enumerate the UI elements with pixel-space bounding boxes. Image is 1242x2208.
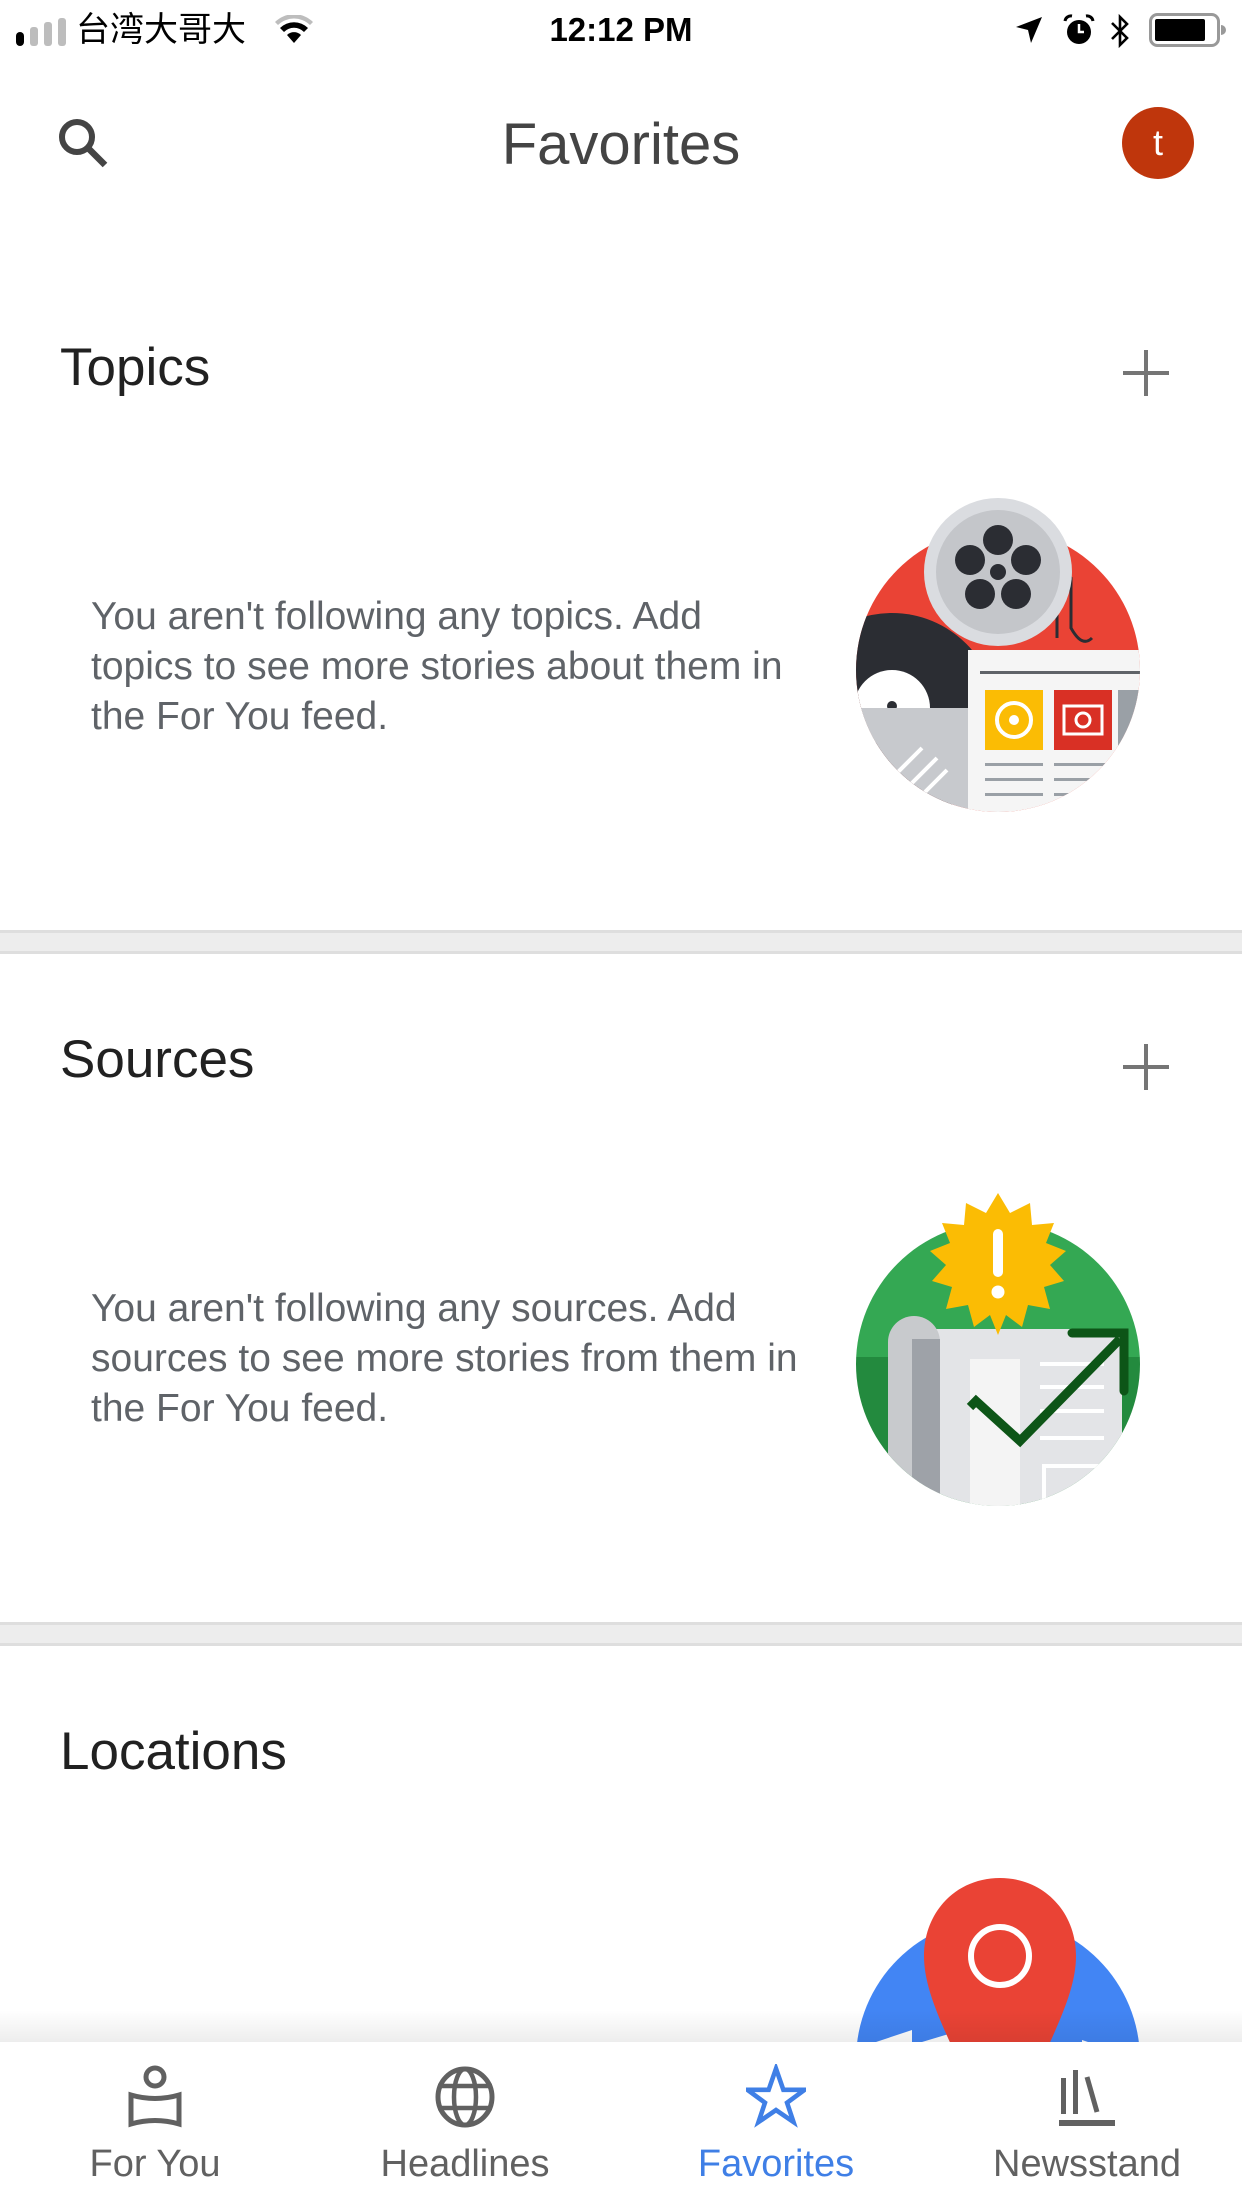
plus-icon: [1123, 1044, 1169, 1090]
status-bar: 台湾大哥大 12:12 PM: [0, 0, 1242, 60]
nav-label: For You: [89, 2143, 221, 2185]
add-source-button[interactable]: [1110, 1031, 1182, 1103]
globe-icon: [435, 2066, 495, 2128]
bottom-navigation: For You Headlines Favorites Newsstand: [0, 2042, 1242, 2208]
topics-section: Topics You aren't following any topics. …: [0, 230, 1242, 930]
add-topic-button[interactable]: [1110, 337, 1182, 409]
section-title: Locations: [60, 1722, 287, 1781]
account-avatar[interactable]: t: [1122, 107, 1194, 179]
empty-message: You aren't following any sources. Add so…: [91, 1287, 798, 1430]
for-you-icon: [128, 2065, 182, 2128]
star-icon: [746, 2064, 806, 2128]
plus-icon: [1123, 350, 1169, 396]
sources-section: Sources You aren't following any sources…: [0, 954, 1242, 1622]
nav-label: Headlines: [380, 2143, 550, 2185]
bluetooth-icon: [1111, 13, 1129, 49]
nav-label: Newsstand: [993, 2143, 1181, 2185]
location-arrow-icon: [1016, 17, 1042, 43]
section-title: Sources: [60, 1030, 255, 1089]
section-title: Topics: [60, 338, 211, 397]
locations-section: Locations: [0, 1646, 1242, 2200]
nav-tab-newsstand[interactable]: Newsstand: [932, 2042, 1242, 2208]
section-divider: [0, 1622, 1242, 1646]
status-time: 12:12 PM: [549, 11, 693, 48]
nav-tab-headlines[interactable]: Headlines: [310, 2042, 620, 2208]
bottom-nav-shadow: [0, 2010, 1242, 2042]
newsstand-icon: [1059, 2070, 1115, 2126]
app-header: Favorites t: [0, 60, 1242, 230]
nav-tab-for-you[interactable]: For You: [0, 2042, 310, 2208]
nav-label: Favorites: [697, 2143, 855, 2185]
empty-message: You aren't following any topics. Add top…: [91, 595, 783, 738]
nav-tab-favorites[interactable]: Favorites: [621, 2042, 931, 2208]
section-divider: [0, 930, 1242, 954]
battery-icon: [1149, 13, 1226, 47]
topics-illustration: [856, 498, 1140, 812]
alarm-icon: [1063, 14, 1095, 44]
sources-illustration: [856, 1193, 1140, 1506]
page-title: Favorites: [501, 112, 741, 177]
